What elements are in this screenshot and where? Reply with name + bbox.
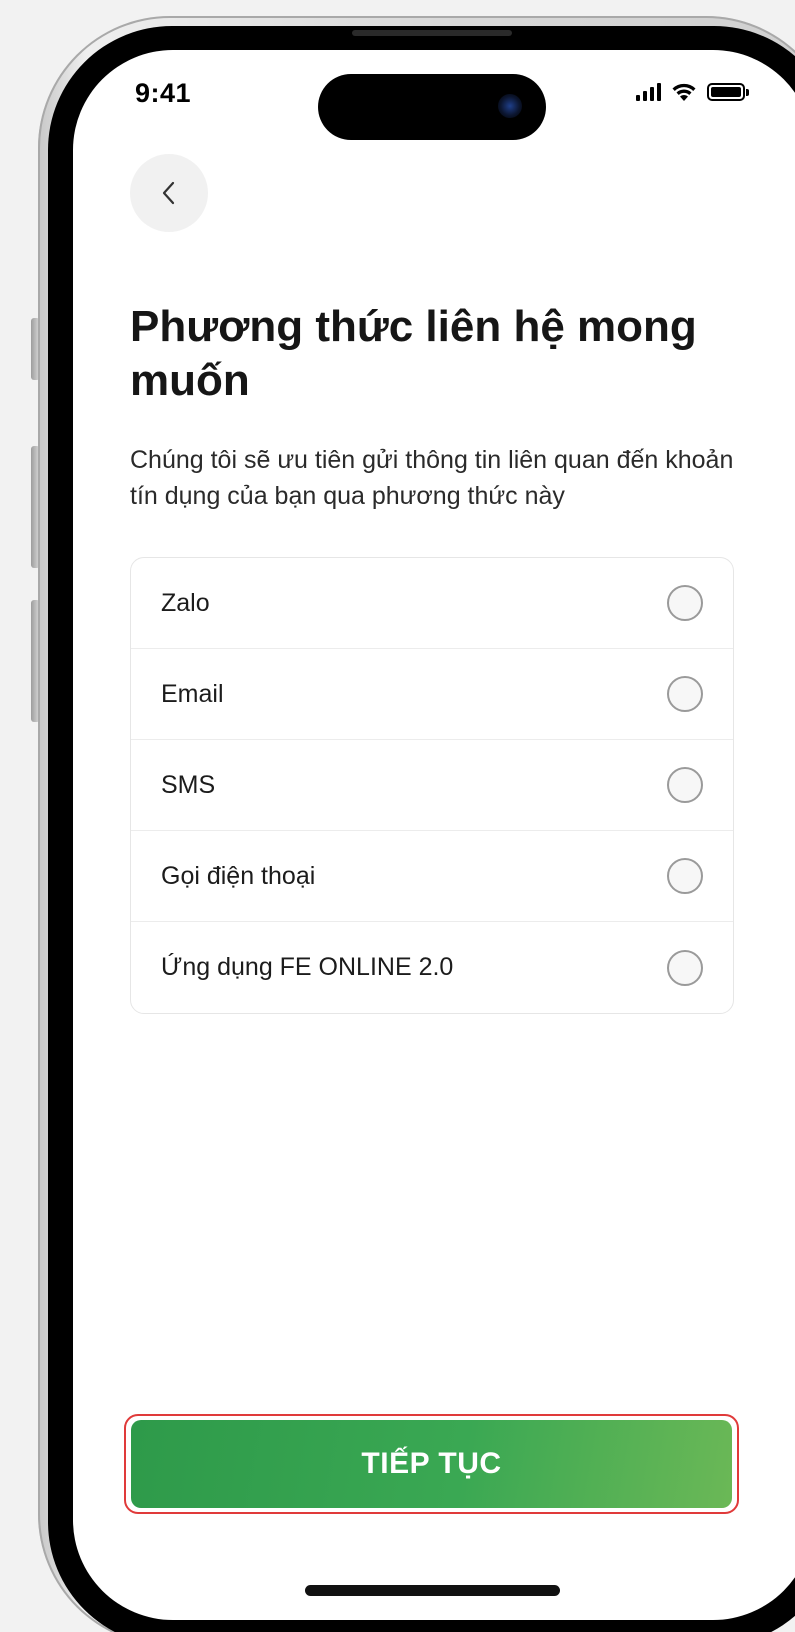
status-time: 9:41 [135,78,192,108]
dynamic-island [318,74,546,140]
back-button[interactable] [130,154,208,232]
option-email[interactable]: Email [131,649,733,740]
contact-method-options: Zalo Email SMS Gọi điện thoại Ứng dụng F… [130,557,734,1014]
home-indicator[interactable] [305,1585,560,1596]
radio-button[interactable] [667,676,703,712]
option-label: SMS [161,770,216,799]
phone-screen: 9:41 Phương thức liên hệ mong muốn Chúng… [73,50,795,1620]
radio-button[interactable] [667,585,703,621]
speaker-slit [352,30,512,36]
battery-icon [707,83,749,101]
radio-button[interactable] [667,767,703,803]
status-icons [636,82,749,102]
radio-button[interactable] [667,949,703,986]
option-phone-call[interactable]: Gọi điện thoại [131,831,733,922]
option-fe-online-app[interactable]: Ứng dụng FE ONLINE 2.0 [131,922,733,1013]
cellular-signal-icon [636,83,661,101]
front-camera-icon [498,94,522,118]
option-label: Ứng dụng FE ONLINE 2.0 [161,953,454,981]
wifi-icon [672,83,696,101]
option-label: Gọi điện thoại [161,861,316,890]
radio-button[interactable] [667,858,703,894]
continue-button[interactable]: TIẾP TỤC [131,1420,732,1508]
option-zalo[interactable]: Zalo [131,558,733,649]
option-label: Email [161,679,224,708]
chevron-left-icon [162,181,175,205]
option-sms[interactable]: SMS [131,740,733,831]
page-title: Phương thức liên hệ mong muốn [130,302,697,405]
option-label: Zalo [161,588,210,617]
page-subtitle: Chúng tôi sẽ ưu tiên gửi thông tin liên … [130,446,734,510]
stage: 9:41 Phương thức liên hệ mong muốn Chúng… [0,0,795,1632]
